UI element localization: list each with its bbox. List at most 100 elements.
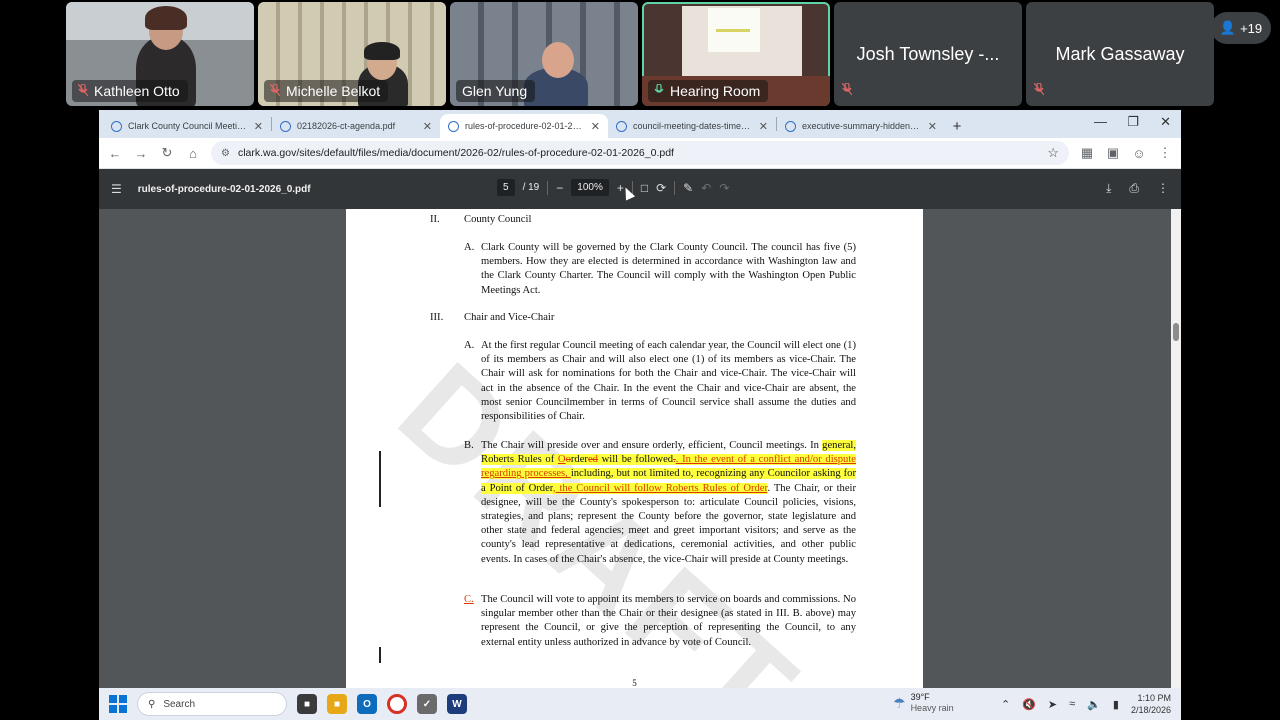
participant-tile-kathleen-otto[interactable]: Kathleen Otto [66, 2, 254, 106]
zoom-out-icon[interactable]: − [556, 181, 563, 195]
participant-tile-michelle-belkot[interactable]: Michelle Belkot [258, 2, 446, 106]
more-participants-button[interactable]: 👤 +19 [1211, 12, 1271, 44]
maximize-button[interactable]: ❐ [1127, 114, 1139, 130]
tab-title: executive-summary-hidden-vill... [802, 121, 922, 131]
close-icon[interactable]: ✕ [928, 120, 937, 133]
new-tab-button[interactable]: + [945, 114, 969, 138]
tab-executive-summary[interactable]: executive-summary-hidden-vill... ✕ [777, 114, 945, 138]
menu-kebab-icon[interactable]: ⋮ [1157, 145, 1173, 161]
globe-icon [785, 120, 796, 132]
tab-rules-of-procedure-pdf[interactable]: rules-of-procedure-02-01-2026_0.pdf ✕ [440, 114, 608, 138]
site-info-icon[interactable]: ⚙ [221, 148, 230, 159]
chrome-icon[interactable] [387, 694, 407, 714]
participant-name: Hearing Room [670, 83, 761, 99]
tab-title: 02182026-ct-agenda.pdf [297, 121, 396, 131]
paragraph-iii-a: A. At the first regular Council meeting … [464, 339, 856, 424]
tab-strip: Clark County Council Meetings ✕ 02182026… [99, 110, 1181, 138]
undo-icon[interactable]: ↶ [701, 181, 711, 195]
hamburger-menu-icon[interactable]: ☰ [111, 182, 122, 196]
tab-title: Clark County Council Meetings [128, 121, 248, 131]
deleted-text: ed [587, 454, 598, 466]
page-number-input[interactable]: 5 [497, 179, 515, 196]
download-icon[interactable]: ⤓ [1106, 181, 1111, 196]
participant-tile-josh-townsley[interactable]: Josh Townsley -... [834, 2, 1022, 106]
print-icon[interactable]: ⎙ [1129, 181, 1139, 196]
section-title: County Council [464, 214, 532, 225]
globe-icon [111, 120, 122, 132]
annotate-pen-icon[interactable]: ✎ [683, 181, 693, 195]
page-footer-number: 5 [632, 678, 637, 688]
paragraph-letter: C. [464, 594, 474, 605]
windows-start-icon[interactable] [109, 695, 127, 713]
back-arrow-icon[interactable]: ← [107, 146, 123, 161]
minimize-button[interactable]: — [1094, 114, 1107, 129]
participant-tile-mark-gassaway[interactable]: Mark Gassaway [1026, 2, 1214, 106]
weather-description: Heavy rain [910, 703, 954, 713]
tab-clark-county-council-meetings[interactable]: Clark County Council Meetings ✕ [103, 114, 271, 138]
chevron-up-icon[interactable]: ⌃ [1001, 698, 1010, 711]
fit-page-icon[interactable]: □ [641, 181, 648, 195]
cast-icon[interactable]: ▣ [1105, 145, 1121, 161]
webex-icon[interactable]: W [447, 694, 467, 714]
redo-icon[interactable]: ↷ [719, 181, 729, 195]
paragraph-text: At the first regular Council meeting of … [481, 340, 856, 423]
participant-name: Michelle Belkot [286, 83, 381, 99]
close-icon[interactable]: ✕ [254, 120, 263, 133]
highlighted-text: rder [570, 454, 588, 466]
mic-muted-icon[interactable]: 🔇 [1022, 698, 1036, 711]
snipping-tool-icon[interactable]: ✓ [417, 694, 437, 714]
browser-window: Clark County Council Meetings ✕ 02182026… [99, 110, 1181, 688]
profile-icon[interactable]: ☺ [1131, 146, 1147, 161]
weather-temperature: 39°F [910, 692, 930, 702]
battery-icon[interactable]: ▮ [1113, 698, 1119, 711]
search-placeholder: Search [163, 698, 196, 710]
address-bar[interactable]: ⚙ clark.wa.gov/sites/default/files/media… [211, 141, 1069, 165]
task-view-icon[interactable]: ■ [297, 694, 317, 714]
zoom-input[interactable]: 100% [571, 179, 609, 196]
pdf-viewport[interactable]: DRAFT II. County Council A. Clark County… [99, 209, 1181, 688]
url-text: clark.wa.gov/sites/default/files/media/d… [237, 147, 674, 159]
close-icon[interactable]: ✕ [759, 120, 768, 133]
participant-name: Glen Yung [462, 83, 528, 99]
text-run: The Chair will preside over and ensure o… [481, 440, 823, 451]
participant-name-badge: Hearing Room [648, 80, 769, 102]
participant-tile-hearing-room[interactable]: Hearing Room [642, 2, 830, 106]
close-icon[interactable]: ✕ [591, 120, 600, 133]
scrollbar-thumb[interactable] [1173, 323, 1179, 341]
text-run: . The Chair, or their designee, will be … [481, 482, 856, 565]
mic-on-icon [654, 83, 664, 99]
extensions-icon[interactable]: ▦ [1079, 145, 1095, 161]
tab-council-meeting-dates[interactable]: council-meeting-dates-time-of... ✕ [608, 114, 776, 138]
search-icon: ⚲ [148, 698, 156, 710]
clock-date: 2/18/2026 [1130, 705, 1171, 715]
people-icon: 👤 [1219, 20, 1237, 35]
browser-toolbar: ← → ↻ ⌂ ⚙ clark.wa.gov/sites/default/fil… [99, 138, 1181, 169]
participant-name: Kathleen Otto [94, 83, 180, 99]
more-options-icon[interactable]: ⋮ [1157, 181, 1169, 196]
volume-muted-icon[interactable]: 🔈 [1087, 698, 1101, 711]
forward-arrow-icon[interactable]: → [133, 146, 149, 161]
rotate-icon[interactable]: ⟳ [656, 181, 666, 195]
participant-tile-glen-yung[interactable]: Glen Yung [450, 2, 638, 106]
taskbar-search-box[interactable]: ⚲ Search [137, 692, 287, 716]
section-number: III. [430, 312, 444, 323]
tab-ct-agenda-pdf[interactable]: 02182026-ct-agenda.pdf ✕ [272, 114, 440, 138]
scrollbar[interactable] [1171, 209, 1181, 688]
paragraph-letter: A. [464, 340, 475, 351]
tab-title: rules-of-procedure-02-01-2026_0.pdf [465, 121, 585, 131]
close-icon[interactable]: ✕ [423, 120, 432, 133]
pdf-actions: ⤓ ⎙ ⋮ [1106, 181, 1169, 196]
close-window-button[interactable]: ✕ [1160, 114, 1171, 130]
weather-widget[interactable]: ☂ 39°F Heavy rain [893, 692, 954, 714]
page-total: / 19 [522, 182, 540, 193]
system-clock[interactable]: 1:10 PM 2/18/2026 [1131, 692, 1171, 716]
participant-name: Josh Townsley -... [856, 44, 1000, 64]
location-icon[interactable]: ➤ [1048, 698, 1057, 711]
bookmark-star-icon[interactable]: ☆ [1047, 145, 1059, 161]
file-explorer-icon[interactable]: ■ [327, 694, 347, 714]
reload-icon[interactable]: ↻ [159, 145, 175, 161]
paragraph-text: The Chair will preside over and ensure o… [481, 439, 857, 567]
outlook-icon[interactable]: O [357, 694, 377, 714]
wifi-icon[interactable]: ≈ [1069, 698, 1075, 710]
home-icon[interactable]: ⌂ [185, 146, 201, 161]
